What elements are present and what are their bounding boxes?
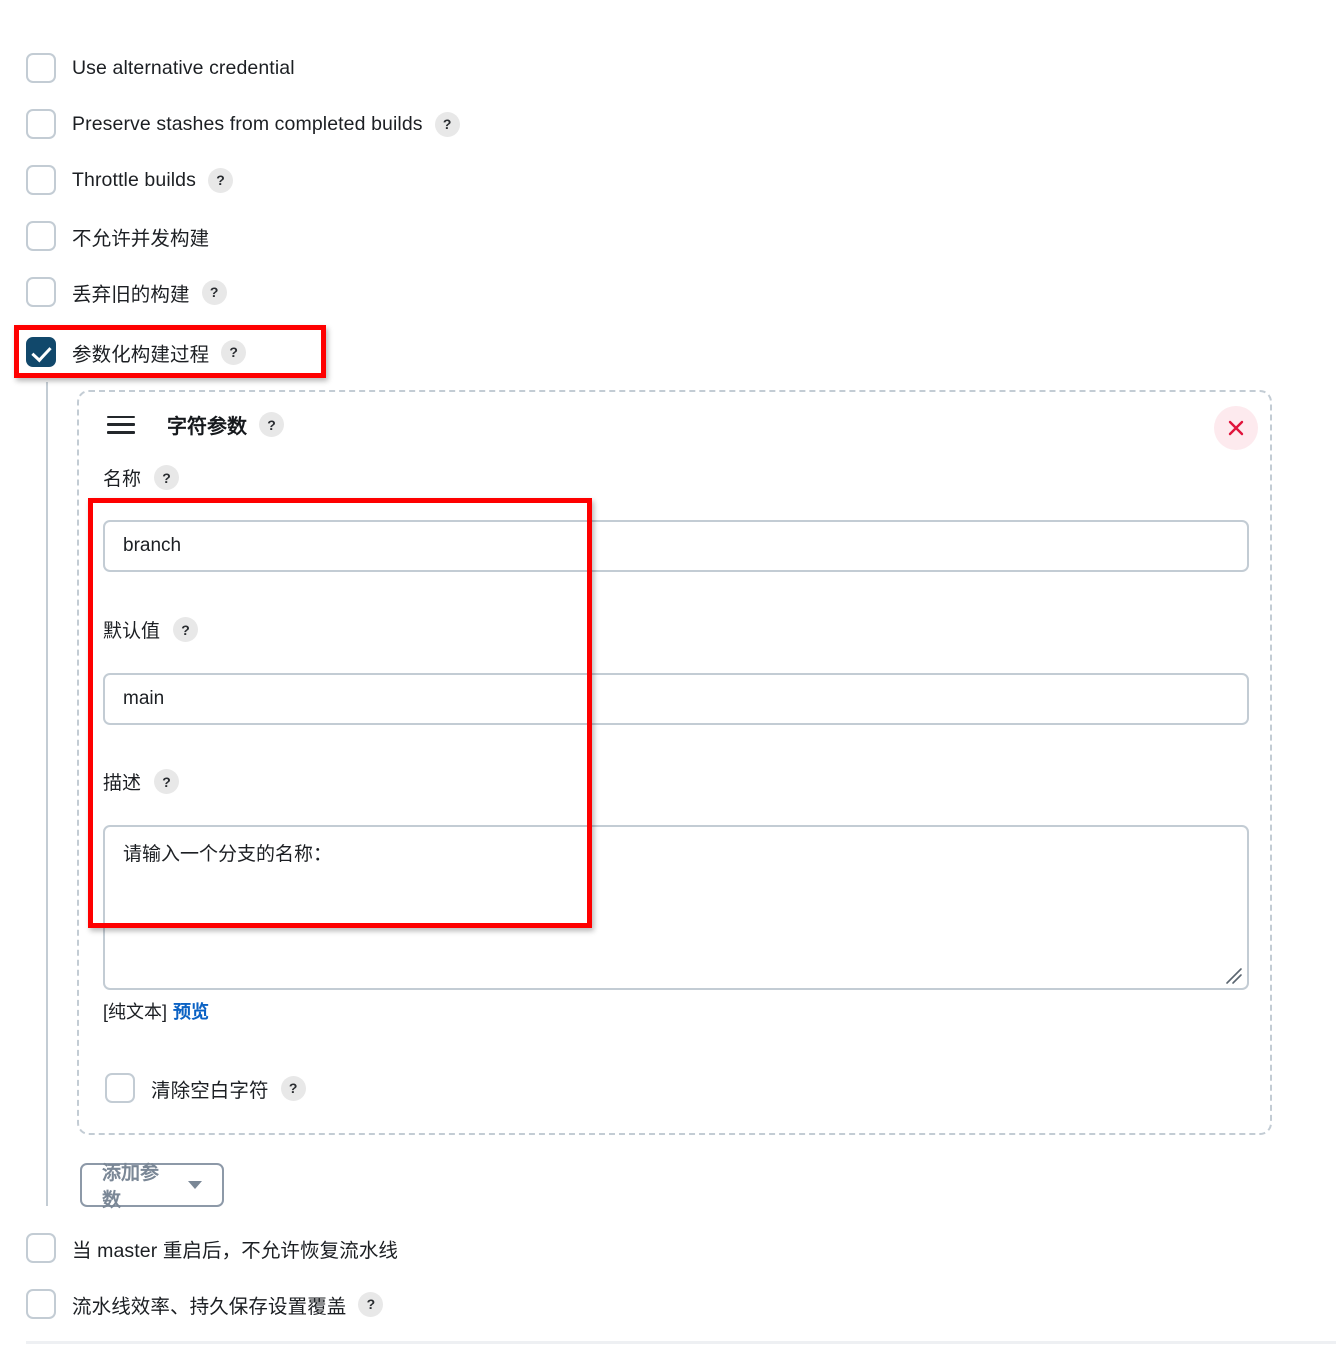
description-field-label: 描述 ?: [103, 768, 180, 795]
checkbox-throttle-builds[interactable]: [26, 165, 56, 195]
option-label: Preserve stashes from completed builds: [72, 112, 423, 135]
option-row-trim-whitespace[interactable]: 清除空白字符 ?: [105, 1071, 306, 1105]
close-icon: [1226, 418, 1246, 438]
checkbox-trim-whitespace[interactable]: [105, 1073, 135, 1103]
checkbox-pipeline-speed-durability[interactable]: [26, 1289, 56, 1319]
option-label: Throttle builds: [72, 168, 196, 191]
markup-format-row: [纯文本] 预览: [103, 998, 209, 1024]
option-label: 流水线效率、持久保存设置覆盖: [72, 1295, 347, 1318]
option-label: 丢弃旧的构建: [72, 283, 190, 306]
parameter-card: 字符参数 ? 名称 ? 默认值 ? 描述 ? 请输入一个分支的名称： [纯文本]…: [77, 390, 1272, 1135]
checkbox-discard-old-builds[interactable]: [26, 277, 56, 307]
parameter-card-title: 字符参数: [167, 416, 247, 438]
name-input[interactable]: [103, 520, 1249, 572]
checkbox-no-resume-after-master-restart[interactable]: [26, 1233, 56, 1263]
help-icon[interactable]: ?: [173, 617, 199, 642]
checkbox-preserve-stashes[interactable]: [26, 109, 56, 139]
help-icon[interactable]: ?: [221, 339, 247, 365]
checkbox-no-concurrent-builds[interactable]: [26, 221, 56, 251]
option-row-no-concurrent-builds[interactable]: 不允许并发构建: [26, 219, 209, 253]
option-label: Use alternative credential: [72, 56, 295, 79]
option-row-discard-old-builds[interactable]: 丢弃旧的构建 ?: [26, 275, 227, 309]
help-icon[interactable]: ?: [358, 1291, 384, 1317]
option-row-no-resume-after-master-restart[interactable]: 当 master 重启后，不允许恢复流水线: [26, 1231, 398, 1265]
default-value-input[interactable]: [103, 673, 1249, 725]
option-label: 参数化构建过程: [72, 343, 210, 366]
add-parameter-label: 添加参数: [102, 1163, 160, 1211]
option-row-use-alternative-credential[interactable]: Use alternative credential: [26, 51, 295, 85]
bottom-divider: [26, 1341, 1336, 1344]
default-value-field-label: 默认值 ?: [103, 616, 199, 643]
checkbox-parameterized-build[interactable]: [26, 337, 56, 367]
close-button[interactable]: [1214, 406, 1258, 450]
checkbox-use-alternative-credential[interactable]: [26, 53, 56, 83]
option-label: 当 master 重启后，不允许恢复流水线: [72, 1239, 399, 1262]
option-label: 不允许并发构建: [72, 227, 210, 250]
section-connector-line: [46, 382, 48, 1206]
label-text: 默认值: [103, 621, 161, 642]
help-icon[interactable]: ?: [280, 1075, 306, 1101]
help-icon[interactable]: ?: [434, 111, 460, 137]
help-icon[interactable]: ?: [259, 412, 284, 437]
label-text: 描述: [103, 773, 142, 794]
preview-link[interactable]: 预览: [173, 1002, 209, 1022]
chevron-down-icon: [188, 1181, 202, 1189]
help-icon[interactable]: ?: [207, 167, 233, 193]
option-row-parameterized-build[interactable]: 参数化构建过程 ?: [26, 335, 247, 369]
label-text: 名称: [103, 469, 142, 490]
help-icon[interactable]: ?: [154, 465, 180, 490]
parameter-card-header: 字符参数 ?: [107, 410, 284, 439]
hamburger-icon[interactable]: [107, 415, 135, 434]
option-label: 清除空白字符: [151, 1079, 269, 1102]
add-parameter-button[interactable]: 添加参数: [80, 1163, 224, 1211]
option-row-throttle-builds[interactable]: Throttle builds ?: [26, 163, 233, 197]
option-row-pipeline-speed-durability[interactable]: 流水线效率、持久保存设置覆盖 ?: [26, 1287, 384, 1321]
name-field-label: 名称 ?: [103, 464, 180, 491]
option-row-preserve-stashes[interactable]: Preserve stashes from completed builds ?: [26, 107, 460, 141]
description-textarea[interactable]: 请输入一个分支的名称：: [103, 825, 1249, 990]
markup-format-label: [纯文本]: [103, 1002, 168, 1022]
help-icon[interactable]: ?: [201, 279, 227, 305]
help-icon[interactable]: ?: [154, 769, 180, 794]
